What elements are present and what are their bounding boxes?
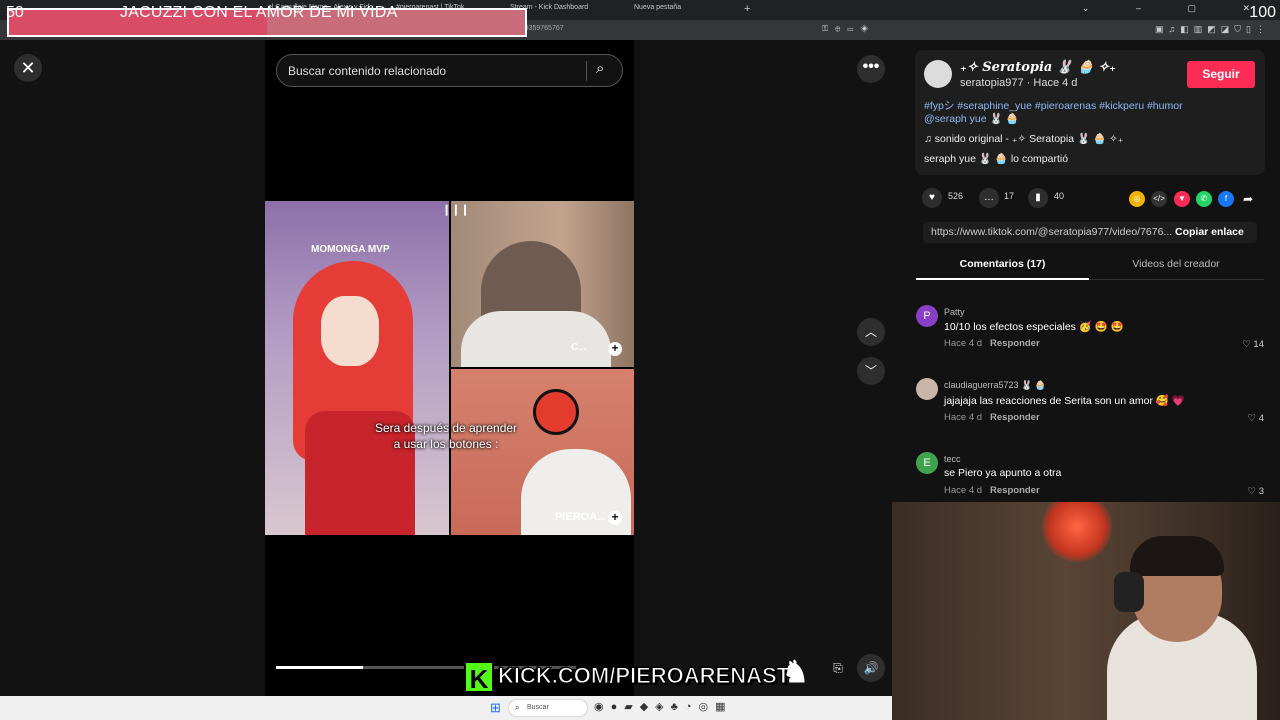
pause-icon[interactable]: ❙❙❙ [442, 203, 470, 216]
horse-icon: ♞ [782, 656, 809, 689]
caption-line: Sera después de aprender [374, 421, 518, 435]
chevron-up-icon[interactable]: ︿ [857, 318, 885, 346]
comment-author[interactable]: claudiaguerra5723 🐰 🧁 [944, 380, 1046, 391]
search-icon[interactable]: ⌕ [596, 60, 604, 77]
share-arrow-icon[interactable]: ➦ [1240, 191, 1256, 207]
chevron-down-icon[interactable]: ﹀ [857, 357, 885, 385]
active-tab-indicator [916, 278, 1089, 280]
creator-handle[interactable]: seratopia977 · Hace 4 d [960, 77, 1077, 89]
search-icon: ⌕ [515, 703, 520, 712]
webcam-feed [892, 502, 1280, 720]
comment-text: jajajaja las reacciones de Serita son un… [944, 395, 1185, 407]
follow-button[interactable]: Seguir [1187, 61, 1255, 88]
comment-count: 17 [1004, 191, 1015, 201]
comment-meta: Hace 4 d Responder [944, 485, 1040, 496]
volume-icon[interactable]: 🔊 [857, 654, 885, 682]
comment-like[interactable]: ♡ 3 [1248, 486, 1264, 497]
horse-logo [533, 389, 579, 435]
comment-like[interactable]: ♡ 14 [1242, 339, 1264, 350]
comment-avatar[interactable]: P [916, 305, 938, 327]
more-icon[interactable]: ••• [857, 55, 885, 83]
comment-like-count: 3 [1258, 486, 1264, 497]
new-tab-button[interactable]: + [744, 3, 750, 15]
comment-author[interactable]: Patty [944, 307, 965, 317]
video-overlay-text: MOMONGA MVP [311, 244, 390, 255]
related-search-bar[interactable]: Buscar contenido relacionado ⌕ [276, 54, 623, 87]
send-icon[interactable]: ▼ [1174, 191, 1190, 207]
comment-meta: Hace 4 d Responder [944, 338, 1040, 349]
kick-logo: K [464, 661, 494, 694]
tab-comments[interactable]: Comentarios (17) [916, 258, 1089, 270]
taskbar-search[interactable]: ⌕ Buscar [508, 699, 588, 717]
comment-time: Hace 4 d [944, 485, 983, 496]
hashtags[interactable]: #fypシ #seraphine_yue #pieroarenas #kickp… [924, 100, 1254, 113]
goal-title: JACUZZI CON EL AMOR DE MI VIDA [120, 4, 398, 21]
save-count: 40 [1054, 191, 1065, 201]
reply-button[interactable]: Responder [990, 412, 1040, 423]
bookmark-icon[interactable]: ▮ [1028, 188, 1048, 208]
comment-avatar[interactable]: E [916, 452, 938, 474]
extension-icons[interactable]: ▣♫◧▥◩◪⛉▯⋮ [1155, 24, 1270, 35]
creator-display-name[interactable]: ₊✧ Seratopia 🐰 🧁 ✧₊ [960, 60, 1116, 75]
kick-url: KICK.COM/PIEROARENAST [497, 663, 791, 689]
comment-like-count: 14 [1253, 339, 1264, 350]
heart-icon[interactable]: ♥ [922, 188, 942, 208]
plus-icon[interactable]: + [608, 342, 622, 356]
video-frame-bottom-right [451, 369, 634, 535]
address-bar-icons[interactable]: ⚿⊕▭◈ [822, 24, 875, 34]
wall-logo-glow [1042, 502, 1112, 562]
plus-icon[interactable]: + [608, 511, 622, 525]
os-taskbar [0, 696, 892, 720]
facebook-icon[interactable]: f [1218, 191, 1234, 207]
kick-banner: K KICK.COM/PIEROARENAST ♞ [462, 656, 822, 697]
windows-start-icon[interactable]: ⊞ [490, 700, 501, 716]
caption-line: a usar los botones : [393, 437, 499, 451]
comment-text: 10/10 los efectos especiales 🥳 🤩 🤩 [944, 321, 1124, 333]
duet-label[interactable]: C... [571, 342, 587, 353]
close-icon[interactable]: ✕ [14, 54, 42, 82]
video-progress-fill [276, 666, 363, 669]
shirt [461, 311, 611, 367]
browser-tab[interactable]: Nueva pestaña [634, 4, 681, 11]
search-divider [586, 61, 587, 81]
comment-time: Hace 4 d [944, 338, 983, 349]
copy-link-button[interactable]: Copiar enlace [1175, 226, 1244, 238]
video-description: #fypシ #seraphine_yue #pieroarenas #kickp… [924, 100, 1254, 126]
taskbar-search-label: Buscar [527, 704, 549, 711]
tab-creator-videos[interactable]: Videos del creador [1090, 258, 1262, 270]
video-frame-top-right [451, 201, 634, 367]
video-link[interactable]: https://www.tiktok.com/@seratopia977/vid… [931, 226, 1172, 238]
search-input[interactable]: Buscar contenido relacionado [288, 64, 446, 78]
headset [1114, 572, 1144, 612]
mention[interactable]: @seraph yue 🐰 🧁 [924, 113, 1254, 126]
taskbar-apps[interactable]: ◉●▰◆◈♣◔◎▦ [594, 700, 732, 713]
comment-time: Hace 4 d [944, 412, 983, 423]
streamer-hair [1130, 536, 1224, 576]
comment-avatar[interactable] [916, 378, 938, 400]
video-caption: Sera después de aprender a usar los boto… [360, 420, 532, 452]
creator-avatar[interactable] [924, 60, 952, 88]
comment-meta: Hace 4 d Responder [944, 412, 1040, 423]
duet-label[interactable]: PIEROA... [555, 511, 606, 523]
comment-like[interactable]: ♡ 4 [1248, 413, 1264, 424]
like-count: 526 [948, 191, 964, 201]
face [321, 296, 379, 366]
whatsapp-icon[interactable]: ✆ [1196, 191, 1212, 207]
sound-link[interactable]: ♫ sonido original - ₊✧ Seratopia 🐰 🧁 ✧₊ [924, 132, 1123, 145]
comment-icon[interactable]: … [979, 188, 999, 208]
goal-target-value: 100 [1249, 4, 1276, 21]
reply-button[interactable]: Responder [990, 338, 1040, 349]
shared-by: seraph yue 🐰 🧁 lo compartió [924, 153, 1069, 165]
comment-author[interactable]: tecc [944, 454, 961, 464]
copy-link-box: https://www.tiktok.com/@seratopia977/vid… [923, 222, 1257, 243]
reply-button[interactable]: Responder [990, 485, 1040, 496]
coin-share-icon[interactable]: ◎ [1129, 191, 1145, 207]
comment-text: se Piero ya apunto a otra [944, 467, 1062, 479]
window-controls[interactable]: ⌄ – ▢ ✕ [1082, 3, 1272, 14]
goal-current-value: 50 [6, 4, 24, 21]
embed-icon[interactable]: </> [1151, 191, 1167, 207]
comment-like-count: 4 [1258, 413, 1264, 424]
report-icon[interactable]: ⎘ [826, 656, 850, 680]
